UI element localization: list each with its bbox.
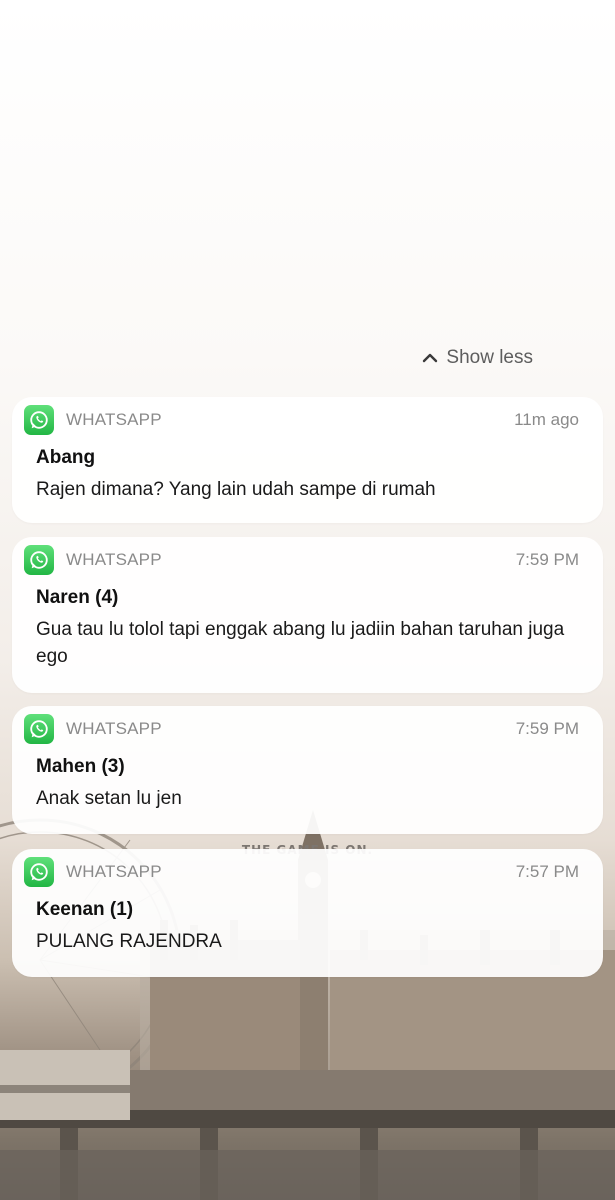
notification-time: 11m ago — [514, 410, 579, 429]
sender-name: Mahen (3) — [36, 756, 125, 777]
whatsapp-icon — [24, 405, 54, 435]
app-name: WHATSAPP — [66, 719, 162, 738]
notification-card[interactable]: WHATSAPP 7:57 PM Keenan (1) PULANG RAJEN… — [12, 849, 603, 977]
notification-card[interactable]: WHATSAPP 7:59 PM Mahen (3) Anak setan lu… — [12, 706, 603, 834]
sender-name: Naren (4) — [36, 587, 119, 608]
notification-time: 7:59 PM — [515, 719, 579, 738]
message-text: Rajen dimana? Yang lain udah sampe di ru… — [36, 479, 436, 500]
app-name: WHATSAPP — [66, 550, 162, 569]
message-text: Gua tau lu tolol tapi enggak abang lu ja… — [36, 619, 565, 667]
message-text: PULANG RAJENDRA — [36, 931, 222, 952]
sender-name: Keenan (1) — [36, 899, 134, 920]
notification-time: 7:59 PM — [515, 550, 579, 569]
whatsapp-icon — [24, 714, 54, 744]
notification-time: 7:57 PM — [515, 862, 579, 881]
sender-name: Abang — [36, 447, 96, 468]
app-name: WHATSAPP — [66, 862, 162, 881]
notification-header: WHATSAPP 11m ago — [24, 405, 579, 435]
notification-header: WHATSAPP 7:59 PM — [24, 545, 579, 575]
message-text: Anak setan lu jen — [36, 788, 182, 809]
show-less-label: Show less — [446, 347, 533, 368]
notification-card[interactable]: WHATSAPP 7:59 PM Naren (4) Gua tau lu to… — [12, 537, 603, 693]
app-name: WHATSAPP — [66, 410, 162, 429]
chevron-up-icon — [423, 353, 438, 363]
whatsapp-icon — [24, 857, 54, 887]
whatsapp-icon — [24, 545, 54, 575]
show-less-button[interactable]: Show less — [422, 347, 533, 369]
notification-card[interactable]: WHATSAPP 11m ago Abang Rajen dimana? Yan… — [12, 397, 603, 523]
notification-header: WHATSAPP 7:59 PM — [24, 714, 579, 744]
notification-header: WHATSAPP 7:57 PM — [24, 857, 579, 887]
